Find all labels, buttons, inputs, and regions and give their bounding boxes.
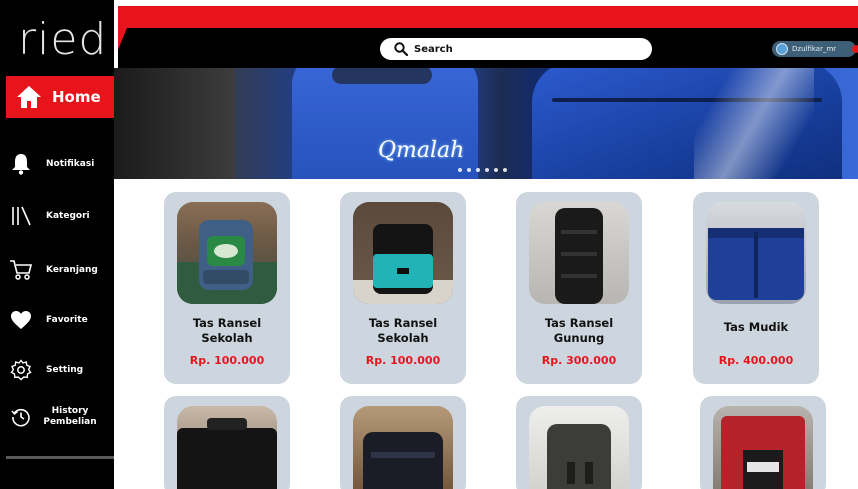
history-icon — [11, 408, 30, 427]
history-label-line2: Pembelian — [43, 417, 97, 427]
sidebar-item-favorite[interactable]: Favorite — [0, 302, 114, 338]
product-card[interactable] — [164, 396, 290, 489]
product-image[interactable] — [353, 406, 453, 489]
carousel-dot[interactable] — [494, 168, 498, 172]
carousel-dot[interactable] — [458, 168, 462, 172]
product-card[interactable]: Tas Mudik Rp. 400.000 — [693, 192, 819, 384]
banner-dark-bag — [114, 68, 234, 179]
product-name: Tas Ransel Sekolah — [340, 316, 466, 346]
product-card[interactable]: Tas Ransel Sekolah Rp. 100.000 — [164, 192, 290, 384]
bag-image — [547, 424, 611, 489]
product-card[interactable] — [340, 396, 466, 489]
bell-icon — [12, 154, 30, 175]
product-card[interactable] — [516, 396, 642, 489]
product-card[interactable]: Tas Ransel Gunung Rp. 300.000 — [516, 192, 642, 384]
product-image[interactable] — [529, 202, 629, 304]
sidebar-item-label: Kategori — [46, 210, 90, 221]
carousel-dot[interactable] — [467, 168, 471, 172]
banner-brand-logo: Qmalah — [378, 138, 465, 163]
carousel-dot[interactable] — [476, 168, 480, 172]
gear-icon — [10, 359, 32, 381]
sidebar-item-label: Setting — [46, 364, 84, 375]
product-price: Rp. 400.000 — [718, 354, 794, 367]
search-label: Search — [414, 43, 453, 55]
product-name: Tas Ransel Gunung — [516, 316, 642, 346]
app-logo: ried — [18, 14, 108, 65]
product-name-line2: Sekolah — [201, 331, 253, 345]
banner-carousel-dots[interactable] — [458, 168, 507, 172]
bag-image — [177, 418, 277, 489]
sidebar-item-label: Favorite — [46, 314, 88, 325]
product-name: Tas Mudik — [693, 320, 819, 335]
product-name: Tas Ransel Sekolah — [164, 316, 290, 346]
product-name-line1: Tas Ransel — [544, 316, 614, 330]
sidebar-divider — [6, 456, 114, 459]
carousel-dot[interactable] — [503, 168, 507, 172]
sidebar-item-home[interactable]: Home — [6, 76, 114, 118]
heart-icon — [11, 311, 31, 329]
sidebar-item-label: Home — [52, 88, 101, 106]
avatar — [776, 43, 788, 55]
sidebar-item-label: History Pembelian — [38, 406, 102, 428]
header-corner-accent — [118, 6, 136, 50]
sidebar-item-history[interactable]: History Pembelian — [0, 400, 114, 434]
product-image[interactable] — [353, 202, 453, 304]
sidebar-item-kategori[interactable]: Kategori — [0, 198, 114, 234]
banner-sheen — [694, 68, 814, 179]
sidebar-item-notifikasi[interactable]: Notifikasi — [0, 146, 114, 182]
search-input[interactable]: Search — [380, 38, 652, 60]
product-card[interactable] — [700, 396, 826, 489]
history-label-line1: History — [51, 406, 89, 416]
product-price: Rp. 100.000 — [189, 354, 265, 367]
sidebar-item-label: Keranjang — [46, 264, 98, 275]
bag-image — [353, 224, 453, 304]
product-image[interactable] — [713, 406, 813, 489]
user-name: Dzulfikar_mr — [792, 45, 837, 53]
product-card[interactable]: Tas Ransel Sekolah Rp. 100.000 — [340, 192, 466, 384]
home-icon — [17, 86, 41, 108]
bag-image — [708, 228, 804, 300]
user-account-button[interactable]: Dzulfikar_mr — [772, 41, 858, 57]
bag-image — [177, 220, 277, 304]
cart-icon — [10, 260, 33, 280]
sidebar: ried Home Notifikasi Kategori Keranjang … — [0, 0, 114, 489]
product-image[interactable] — [529, 406, 629, 489]
product-price: Rp. 300.000 — [541, 354, 617, 367]
product-image[interactable] — [706, 202, 806, 304]
header-red-band — [118, 6, 858, 28]
product-image[interactable] — [177, 406, 277, 489]
bag-image — [555, 208, 603, 304]
carousel-dot[interactable] — [485, 168, 489, 172]
sidebar-item-keranjang[interactable]: Keranjang — [0, 252, 114, 288]
status-dot — [852, 45, 858, 53]
product-name-line1: Tas Ransel — [368, 316, 438, 330]
product-name-line2: Sekolah — [377, 331, 429, 345]
product-name-line2: Gunung — [553, 331, 605, 345]
product-name-line1: Tas Mudik — [723, 320, 789, 334]
app-window: Search Dzulfikar_mr Qmalah ried Home Not… — [0, 0, 858, 489]
product-image[interactable] — [177, 202, 277, 304]
search-icon — [394, 42, 408, 56]
product-name-line1: Tas Ransel — [192, 316, 262, 330]
promo-banner[interactable]: Qmalah — [114, 68, 858, 179]
product-price: Rp. 100.000 — [365, 354, 441, 367]
sidebar-item-setting[interactable]: Setting — [0, 352, 114, 388]
sidebar-item-label: Notifikasi — [46, 158, 95, 169]
category-icon — [12, 206, 31, 226]
bag-image — [721, 416, 805, 489]
bag-image — [363, 432, 443, 489]
